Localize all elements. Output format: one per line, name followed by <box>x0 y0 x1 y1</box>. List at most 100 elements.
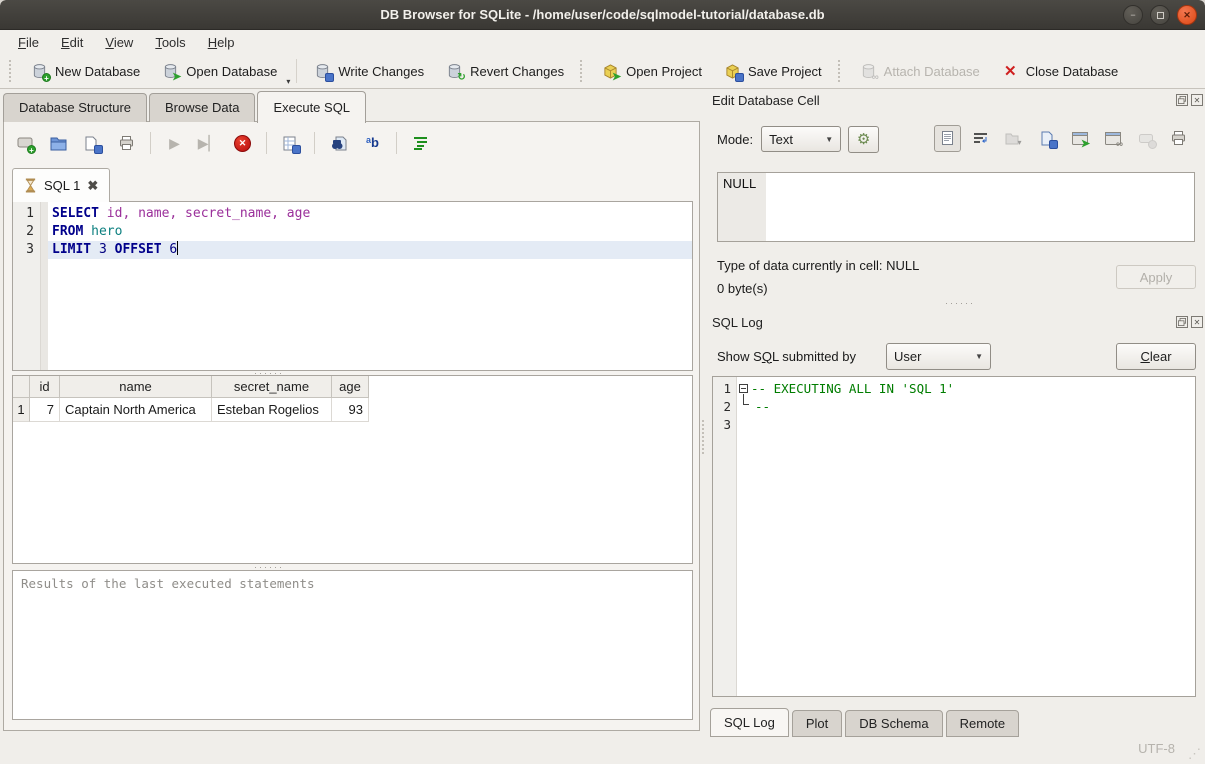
sql-toolbar: + ▾ ▶ ▶▏ ✕ <box>14 128 431 158</box>
cell-secret-name[interactable]: Esteban Rogelios <box>212 398 332 422</box>
save-results-button[interactable]: ▾ <box>280 133 301 154</box>
save-badge-icon <box>325 73 334 82</box>
toolbar-separator <box>296 59 297 83</box>
maximize-button[interactable] <box>1150 5 1170 25</box>
table-row[interactable]: 1 7 Captain North America Esteban Rogeli… <box>13 398 692 422</box>
menu-tools[interactable]: Tools <box>145 32 195 53</box>
open-project-button[interactable]: ➤ Open Project <box>591 58 713 85</box>
save-results-icon <box>281 135 298 152</box>
execute-all-button: ▶ <box>164 133 185 154</box>
sql-editor-tab[interactable]: SQL 1 ✖ <box>12 168 110 202</box>
tab-db-schema[interactable]: DB Schema <box>845 710 942 737</box>
float-panel-icon[interactable] <box>1176 316 1188 328</box>
results-table[interactable]: id name secret_name age 1 7 Captain Nort… <box>12 375 693 564</box>
sql-log-view[interactable]: 1 2 3 -- EXECUTING ALL IN 'SQL 1' -- <box>712 376 1196 697</box>
cell-name[interactable]: Captain North America <box>60 398 212 422</box>
titlebar: DB Browser for SQLite - /home/user/code/… <box>0 0 1205 30</box>
menu-view[interactable]: View <box>95 32 143 53</box>
auto-switch-mode-button[interactable]: ⚙ <box>848 126 879 153</box>
dock-splitter[interactable]: ······ <box>945 301 975 306</box>
menu-file[interactable]: File <box>8 32 49 53</box>
toolbar-handle[interactable] <box>9 60 15 82</box>
print-cell-button[interactable] <box>1168 128 1189 149</box>
tab-sql-log[interactable]: SQL Log <box>710 708 789 737</box>
fold-collapse-icon[interactable] <box>739 384 748 393</box>
print-icon <box>1170 130 1187 146</box>
sql-editor[interactable]: 1 2 3 SELECT id, name, secret_name, age … <box>12 201 693 371</box>
format-button[interactable] <box>410 133 431 154</box>
stop-button[interactable]: ✕ <box>232 133 253 154</box>
toolbar-handle[interactable] <box>838 60 844 82</box>
tab-remote[interactable]: Remote <box>946 710 1020 737</box>
copy-link-button[interactable]: ∞ <box>1104 130 1121 147</box>
sql-line: FROM hero <box>48 223 692 241</box>
save-sql-file-button[interactable]: ▾ <box>82 133 103 154</box>
plus-badge-icon: + <box>27 145 36 154</box>
text-mode-button[interactable] <box>934 125 961 152</box>
play-icon: ▶ <box>169 135 180 152</box>
save-file-icon <box>83 135 100 152</box>
sql-line: SELECT id, name, secret_name, age <box>48 205 692 223</box>
close-panel-icon[interactable]: ✕ <box>1191 94 1203 106</box>
chevron-down-icon: ▼ <box>825 135 833 144</box>
open-database-dropdown[interactable]: ▾ <box>286 77 290 88</box>
column-header[interactable]: id <box>30 376 60 398</box>
float-panel-icon[interactable] <box>1176 94 1188 106</box>
sql-log-dock-controls: ✕ <box>1176 316 1203 328</box>
tab-database-structure[interactable]: Database Structure <box>3 93 147 122</box>
print-button[interactable] <box>116 133 137 154</box>
toolbar-handle[interactable] <box>580 60 586 82</box>
save-project-button[interactable]: Save Project <box>713 58 833 85</box>
close-database-icon: ✕ <box>1002 63 1019 80</box>
text-document-icon <box>942 131 953 145</box>
log-line-numbers: 1 2 3 <box>713 377 737 696</box>
tab-plot[interactable]: Plot <box>792 710 842 737</box>
arrow-badge-icon: ➤ <box>1080 140 1091 149</box>
new-database-button[interactable]: + New Database <box>20 58 151 85</box>
log-text[interactable]: -- EXECUTING ALL IN 'SQL 1' -- <box>751 377 1195 696</box>
close-database-button[interactable]: ✕ Close Database <box>991 58 1130 85</box>
open-sql-tab-button[interactable]: + <box>14 133 35 154</box>
write-changes-button[interactable]: Write Changes <box>303 58 435 85</box>
column-header[interactable]: name <box>60 376 212 398</box>
menubar: File Edit View Tools Help <box>0 30 1205 54</box>
cell-age[interactable]: 93 <box>332 398 369 422</box>
set-null-button <box>1137 130 1154 147</box>
log-line: -- EXECUTING ALL IN 'SQL 1' <box>751 380 1195 398</box>
resize-grip-icon[interactable]: ⋰ <box>1188 746 1201 762</box>
attach-database-button: ∞ Attach Database <box>849 58 991 85</box>
minimize-button[interactable]: − <box>1123 5 1143 25</box>
replace-button[interactable]: ab <box>362 133 383 154</box>
tab-browse-data[interactable]: Browse Data <box>149 93 255 122</box>
find-button[interactable] <box>328 133 349 154</box>
cell-editor[interactable]: NULL <box>717 172 1195 242</box>
cell-id[interactable]: 7 <box>30 398 60 422</box>
sql-code-area[interactable]: SELECT id, name, secret_name, age FROM h… <box>48 202 692 370</box>
hourglass-icon <box>24 178 37 193</box>
submitted-by-select[interactable]: User ▼ <box>886 343 991 370</box>
maximize-icon <box>1157 12 1164 19</box>
mode-select[interactable]: Text ▼ <box>761 126 841 152</box>
close-button[interactable]: ✕ <box>1177 5 1197 25</box>
column-header[interactable]: secret_name <box>212 376 332 398</box>
export-data-button[interactable] <box>1038 130 1055 147</box>
open-database-button[interactable]: ➤ Open Database <box>151 58 288 85</box>
menu-edit[interactable]: Edit <box>51 32 93 53</box>
close-panel-icon[interactable]: ✕ <box>1191 316 1203 328</box>
link-badge-icon: ∞ <box>871 73 880 82</box>
encoding-indicator[interactable]: UTF-8 <box>1138 741 1175 756</box>
word-wrap-button[interactable] <box>970 128 991 149</box>
menu-help[interactable]: Help <box>198 32 245 53</box>
open-in-app-button[interactable]: ➤ <box>1071 130 1088 147</box>
tab-execute-sql[interactable]: Execute SQL <box>257 91 366 123</box>
open-sql-file-button[interactable] <box>48 133 69 154</box>
revert-changes-button[interactable]: ↻ Revert Changes <box>435 58 575 85</box>
dock-resize-handle[interactable] <box>702 420 704 454</box>
stop-icon: ✕ <box>234 135 251 152</box>
new-tab-icon: + <box>16 135 33 152</box>
clear-log-button[interactable]: Clear <box>1116 343 1196 370</box>
arrow-badge-icon: ➤ <box>611 73 622 82</box>
column-header[interactable]: age <box>332 376 369 398</box>
close-tab-icon[interactable]: ✖ <box>87 178 98 194</box>
execution-results-pane[interactable]: Results of the last executed statements <box>12 570 693 720</box>
